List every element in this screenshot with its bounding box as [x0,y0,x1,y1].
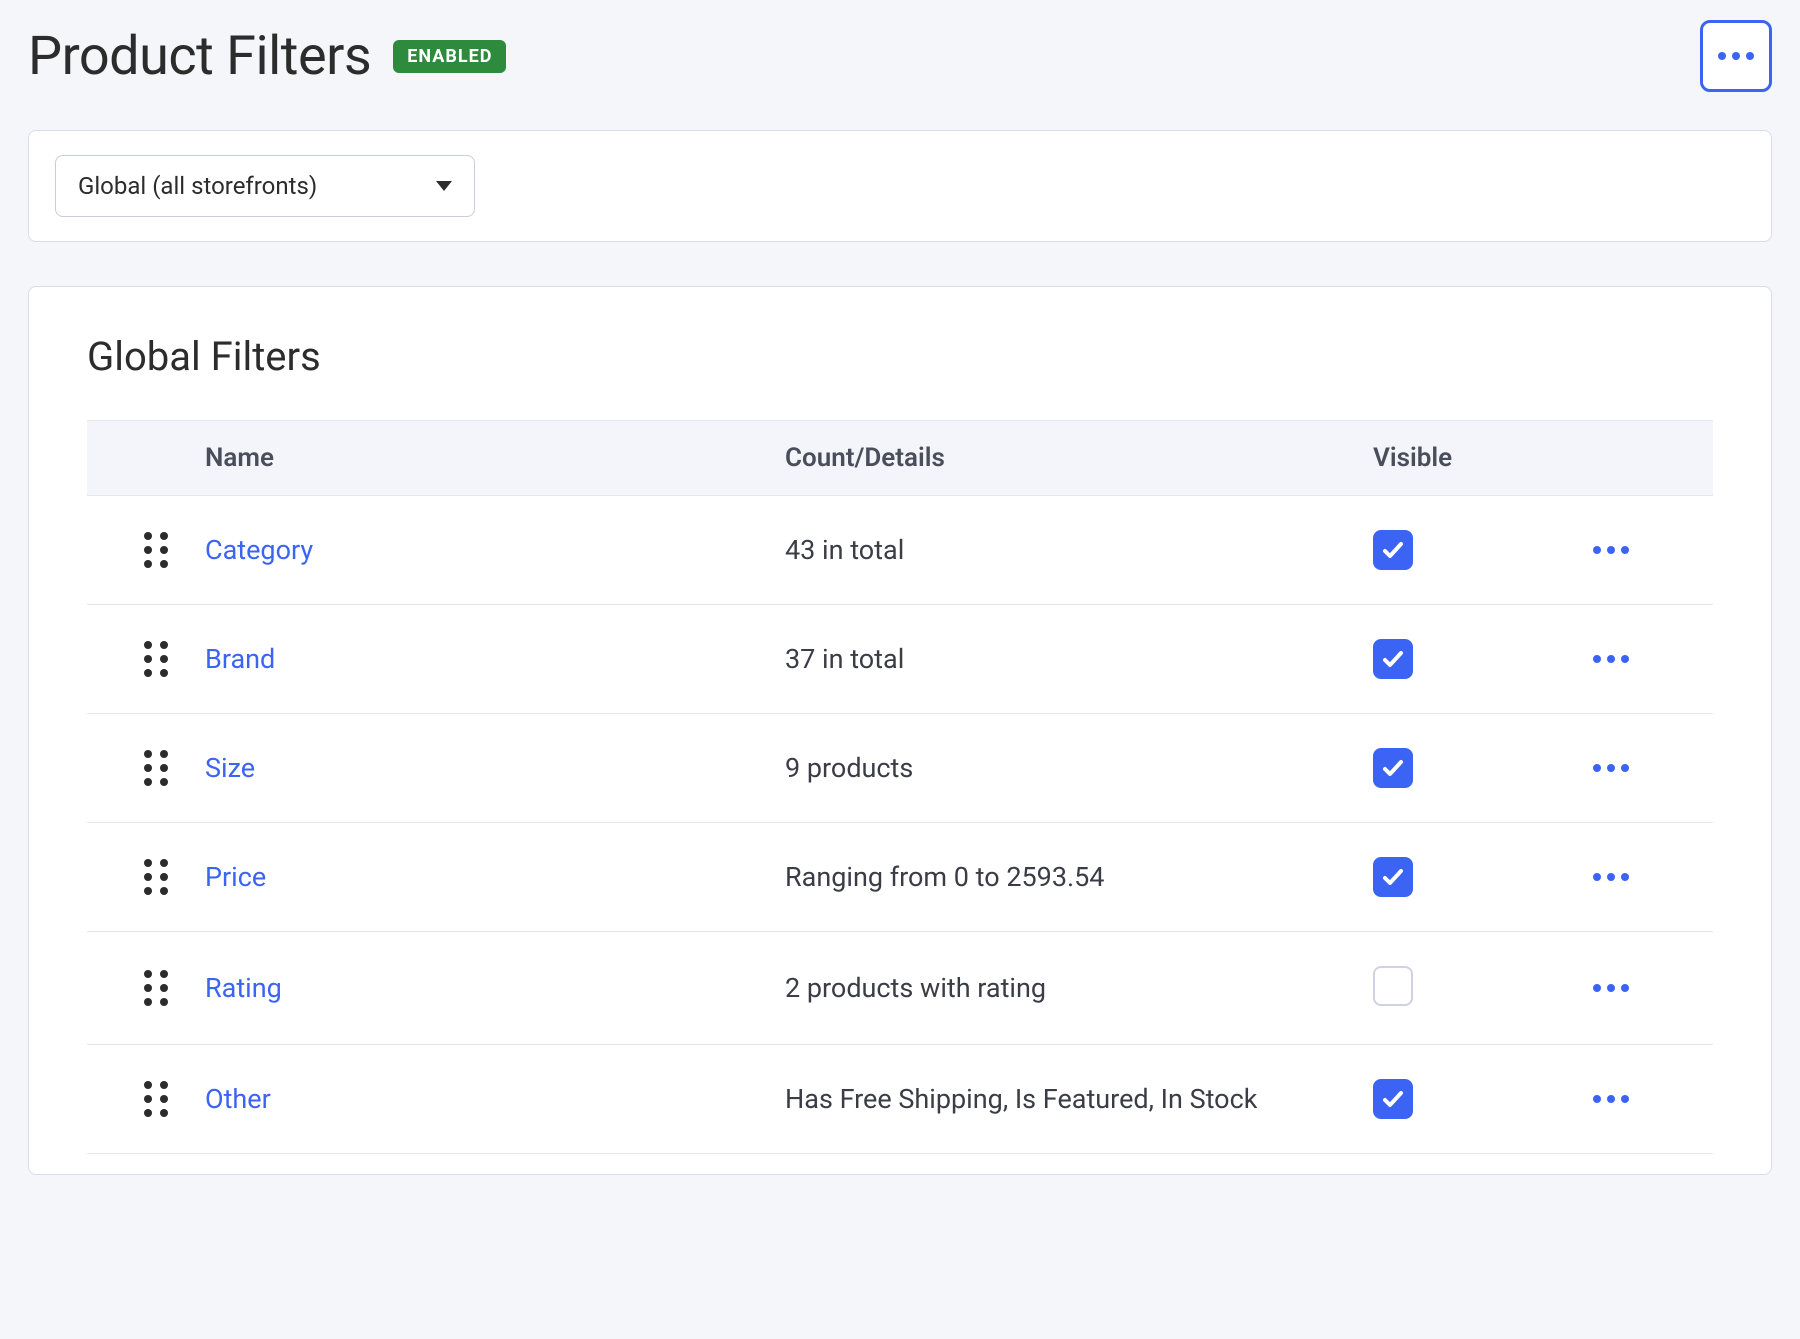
page-header: Product Filters ENABLED [28,20,1772,92]
scope-bar: Global (all storefronts) [28,130,1772,242]
visible-checkbox[interactable] [1373,966,1413,1006]
drag-handle-icon[interactable] [87,750,197,786]
col-header-visible: Visible [1373,443,1593,473]
filter-name-link[interactable]: Other [197,1083,785,1115]
visible-cell [1373,1079,1593,1119]
table-row-category: Category 43 in total [87,496,1713,605]
visible-checkbox[interactable] [1373,1079,1413,1119]
drag-handle-icon[interactable] [87,970,197,1006]
filters-panel: Global Filters Name Count/Details Visibl… [28,286,1772,1175]
visible-checkbox[interactable] [1373,530,1413,570]
filter-name-link[interactable]: Category [197,534,785,566]
row-more-button[interactable] [1593,873,1713,881]
drag-handle-icon[interactable] [87,532,197,568]
col-header-name: Name [197,443,785,473]
row-more-button[interactable] [1593,655,1713,663]
more-horizontal-icon [1718,52,1754,60]
table-row-size: Size 9 products [87,714,1713,823]
visible-cell [1373,639,1593,679]
visible-cell [1373,748,1593,788]
visible-checkbox[interactable] [1373,639,1413,679]
table-row-brand: Brand 37 in total [87,605,1713,714]
row-more-button[interactable] [1593,1095,1713,1103]
filter-details: Has Free Shipping, Is Featured, In Stock [785,1083,1373,1115]
filter-name-link[interactable]: Rating [197,972,785,1004]
table-row-rating: Rating 2 products with rating [87,932,1713,1045]
visible-checkbox[interactable] [1373,748,1413,788]
visible-checkbox[interactable] [1373,857,1413,897]
filter-details: 37 in total [785,643,1373,675]
filter-details: 2 products with rating [785,972,1373,1004]
visible-cell [1373,857,1593,897]
filter-details: 43 in total [785,534,1373,566]
col-header-details: Count/Details [785,443,1373,473]
drag-handle-icon[interactable] [87,859,197,895]
filter-name-link[interactable]: Brand [197,643,785,675]
filter-details: Ranging from 0 to 2593.54 [785,861,1373,893]
visible-cell [1373,530,1593,570]
filters-table: Name Count/Details Visible Category 43 i… [87,420,1713,1154]
storefront-scope-select[interactable]: Global (all storefronts) [55,155,475,217]
drag-handle-icon[interactable] [87,1081,197,1117]
filter-name-link[interactable]: Price [197,861,785,893]
header-more-button[interactable] [1700,20,1772,92]
row-more-button[interactable] [1593,764,1713,772]
filter-details: 9 products [785,752,1373,784]
table-row-price: Price Ranging from 0 to 2593.54 [87,823,1713,932]
table-header: Name Count/Details Visible [87,420,1713,496]
scope-select-label: Global (all storefronts) [78,172,317,200]
panel-title: Global Filters [87,333,1713,380]
status-badge: ENABLED [393,40,506,73]
title-wrap: Product Filters ENABLED [28,25,506,88]
table-row-other: Other Has Free Shipping, Is Featured, In… [87,1045,1713,1154]
row-more-button[interactable] [1593,546,1713,554]
page-title: Product Filters [28,25,371,88]
visible-cell [1373,966,1593,1010]
filter-name-link[interactable]: Size [197,752,785,784]
chevron-down-icon [436,181,452,191]
row-more-button[interactable] [1593,984,1713,992]
drag-handle-icon[interactable] [87,641,197,677]
